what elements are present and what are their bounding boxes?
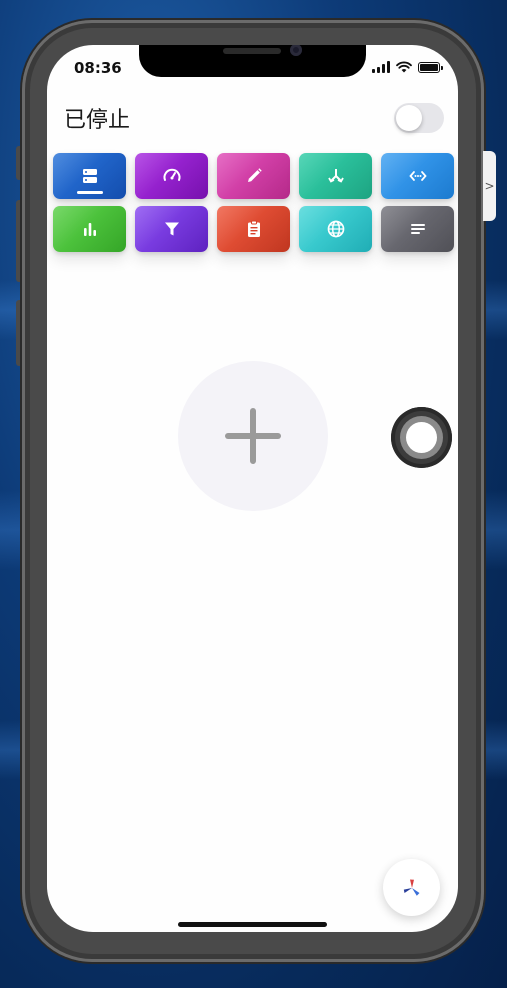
connection-toggle[interactable] (394, 103, 444, 133)
lines-icon (410, 224, 425, 234)
filter-icon (164, 222, 179, 236)
status-time: 08:36 (74, 59, 122, 77)
split-arrows-icon (327, 169, 344, 183)
tool-network-button[interactable] (299, 206, 372, 252)
code-icon (408, 171, 427, 181)
cellular-signal-icon (372, 61, 390, 73)
tool-routing-button[interactable] (299, 153, 372, 199)
toggle-knob (396, 105, 422, 131)
tool-filter-button[interactable] (135, 206, 208, 252)
app-menu-button[interactable] (383, 859, 440, 916)
speedometer-icon (163, 168, 180, 181)
active-indicator (77, 191, 103, 194)
tool-code-button[interactable] (381, 153, 454, 199)
phone-screen: 08:36 已停止 (47, 45, 458, 932)
battery-icon (418, 61, 443, 73)
front-camera (290, 45, 302, 56)
globe-icon (327, 220, 344, 238)
server-icon (82, 169, 97, 183)
tri-blade-logo-icon (403, 879, 419, 896)
tool-stats-button[interactable] (53, 206, 126, 252)
speaker-grille (223, 48, 281, 54)
connection-status-label: 已停止 (64, 108, 131, 133)
tool-speed-button[interactable] (135, 153, 208, 199)
plus-icon (225, 408, 281, 464)
status-icons (372, 61, 443, 73)
home-indicator (178, 922, 327, 927)
tool-server-button[interactable] (53, 153, 126, 199)
bar-chart-icon (83, 223, 96, 236)
tool-logs-button[interactable] (381, 206, 454, 252)
clipboard-icon (247, 220, 260, 237)
pencil-icon (247, 168, 262, 182)
tool-clipboard-button[interactable] (217, 206, 290, 252)
notch (139, 45, 366, 77)
assistive-touch-button[interactable] (391, 407, 452, 468)
tool-grid (53, 153, 454, 293)
add-config-button[interactable] (178, 361, 328, 511)
tool-edit-button[interactable] (217, 153, 290, 199)
side-panel-handle[interactable]: > (483, 151, 496, 221)
wifi-icon (396, 61, 412, 73)
